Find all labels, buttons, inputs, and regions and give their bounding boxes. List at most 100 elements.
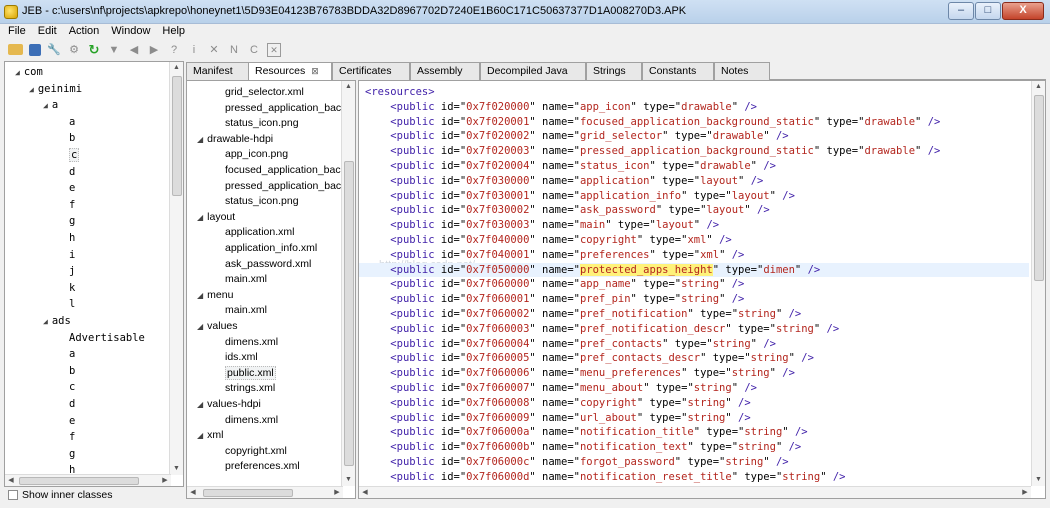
resource-tree-item[interactable]: dimens.xml (225, 334, 278, 350)
tree-item[interactable]: b (69, 130, 75, 146)
forward-icon[interactable]: ▶ (147, 43, 161, 57)
tab-constants[interactable]: Constants (642, 62, 714, 80)
scroll-up-icon[interactable]: ▲ (170, 62, 183, 74)
resource-tree-item[interactable]: ◢ layout (197, 209, 235, 225)
resource-tree-item[interactable]: focused_application_bac (225, 162, 341, 178)
expand-triangle-icon[interactable]: ◢ (197, 431, 203, 440)
tree-item[interactable]: e (69, 413, 75, 429)
expand-triangle-icon[interactable]: ◢ (197, 291, 203, 300)
expand-triangle-icon[interactable]: ◢ (197, 322, 203, 331)
tab-certificates[interactable]: Certificates (332, 62, 410, 80)
resource-tree-item[interactable]: grid_selector.xml (225, 84, 304, 100)
tree-item[interactable]: ◢ ads (43, 313, 71, 329)
scroll-up-icon[interactable]: ▲ (342, 81, 355, 93)
resource-tree-item[interactable]: app_icon.png (225, 146, 288, 162)
tree-item[interactable]: ◢ com (15, 64, 43, 80)
resource-tree-item[interactable]: main.xml (225, 302, 267, 318)
code-hscrollbar[interactable]: ◀ ▶ (359, 486, 1031, 498)
close-button[interactable]: X (1002, 2, 1044, 20)
scroll-thumb[interactable] (1034, 95, 1044, 281)
tree-item[interactable]: g (69, 213, 75, 229)
resource-tree-item[interactable]: public.xml (225, 365, 276, 381)
scroll-left-icon[interactable]: ◀ (359, 487, 371, 498)
menu-window[interactable]: Window (111, 24, 150, 40)
menu-file[interactable]: File (8, 24, 26, 40)
expand-triangle-icon[interactable]: ◢ (197, 213, 203, 222)
resource-tree-item[interactable]: ◢ xml (197, 427, 224, 443)
resource-tree-scrollbar[interactable]: ▲ ▼ (341, 81, 355, 486)
hscroll-thumb[interactable] (19, 477, 139, 485)
xml-code-editor[interactable]: <resources> http://blog.csdn.net/ <publi… (358, 80, 1046, 499)
x-icon[interactable]: ✕ (207, 43, 221, 57)
tree-item[interactable]: l (69, 296, 75, 312)
dropdown-icon[interactable]: ▼ (107, 43, 121, 57)
menu-action[interactable]: Action (69, 24, 100, 40)
expand-triangle-icon[interactable]: ◢ (43, 317, 48, 326)
show-inner-classes-option[interactable]: Show inner classes (8, 489, 112, 501)
tree-item[interactable]: d (69, 164, 75, 180)
class-tree-hscrollbar[interactable]: ◀ ▶ (5, 474, 171, 486)
expand-triangle-icon[interactable]: ◢ (197, 135, 203, 144)
tree-item[interactable]: j (69, 263, 75, 279)
hscroll-thumb[interactable] (203, 489, 293, 497)
resource-tree-item[interactable]: copyright.xml (225, 443, 287, 459)
scroll-right-icon[interactable]: ▶ (159, 475, 171, 486)
tree-item[interactable]: g (69, 446, 75, 462)
expand-triangle-icon[interactable]: ◢ (43, 101, 48, 110)
resource-tree-item[interactable]: status_icon.png (225, 193, 299, 209)
scroll-left-icon[interactable]: ◀ (5, 475, 17, 486)
tree-item[interactable]: k (69, 280, 75, 296)
menu-edit[interactable]: Edit (38, 24, 57, 40)
save-icon[interactable] (29, 43, 41, 56)
menu-help[interactable]: Help (162, 24, 185, 40)
resource-tree-item[interactable]: ◢ values (197, 318, 238, 334)
resource-tree-item[interactable]: strings.xml (225, 380, 275, 396)
expand-triangle-icon[interactable]: ◢ (15, 68, 20, 77)
resource-tree-item[interactable]: ◢ drawable-hdpi (197, 131, 273, 147)
resource-tree-item[interactable]: ids.xml (225, 349, 258, 365)
gear-icon[interactable]: ⚙ (67, 43, 81, 57)
tree-item[interactable]: c (69, 147, 80, 163)
info-icon[interactable]: i (187, 43, 201, 57)
scroll-down-icon[interactable]: ▼ (342, 474, 355, 486)
minimize-button[interactable]: – (948, 2, 974, 20)
boxed-x-icon[interactable]: ✕ (267, 42, 281, 57)
resource-tree-item[interactable]: pressed_application_bacl (225, 178, 344, 194)
tree-item[interactable]: a (69, 346, 75, 362)
resource-tree-hscrollbar[interactable]: ◀ ▶ (187, 486, 343, 498)
resource-tree-item[interactable]: ◢ menu (197, 287, 233, 303)
back-icon[interactable]: ◀ (127, 43, 141, 57)
open-folder-icon[interactable] (8, 44, 23, 55)
tree-item[interactable]: e (69, 180, 75, 196)
tab-decompiled-java[interactable]: Decompiled Java (480, 62, 586, 80)
expand-triangle-icon[interactable]: ◢ (29, 85, 34, 94)
tab-assembly[interactable]: Assembly (410, 62, 480, 80)
tab-manifest[interactable]: Manifest (186, 62, 250, 80)
tree-item[interactable]: Advertisable (69, 330, 145, 346)
scroll-left-icon[interactable]: ◀ (187, 487, 199, 498)
resource-tree-item[interactable]: ◢ values-hdpi (197, 396, 261, 412)
scroll-thumb[interactable] (172, 76, 182, 196)
tree-item[interactable]: b (69, 363, 75, 379)
resource-tree-item[interactable]: status_icon.png (225, 115, 299, 131)
maximize-button[interactable]: □ (975, 2, 1001, 20)
resource-tree-item[interactable]: application_info.xml (225, 240, 317, 256)
scroll-down-icon[interactable]: ▼ (1032, 474, 1045, 486)
resource-tree-item[interactable]: ask_password.xml (225, 256, 311, 272)
close-tab-icon[interactable]: ⊠ (311, 66, 319, 76)
tree-item[interactable]: h (69, 230, 75, 246)
refresh-icon[interactable]: ↻ (87, 42, 101, 57)
tree-item[interactable]: i (69, 247, 75, 263)
tab-resources[interactable]: Resources ⊠ (248, 62, 332, 81)
c-icon[interactable]: C (247, 43, 261, 57)
tree-item[interactable]: a (69, 114, 75, 130)
n-icon[interactable]: N (227, 43, 241, 57)
resource-tree-panel[interactable]: grid_selector.xml pressed_application_bac… (186, 80, 356, 499)
scroll-thumb[interactable] (344, 161, 354, 466)
tab-notes[interactable]: Notes (714, 62, 770, 80)
tree-item[interactable]: ◢ a (43, 97, 58, 113)
help-icon[interactable]: ? (167, 43, 181, 57)
scroll-right-icon[interactable]: ▶ (331, 487, 343, 498)
tree-item[interactable]: c (69, 379, 75, 395)
tab-strings[interactable]: Strings (586, 62, 642, 80)
